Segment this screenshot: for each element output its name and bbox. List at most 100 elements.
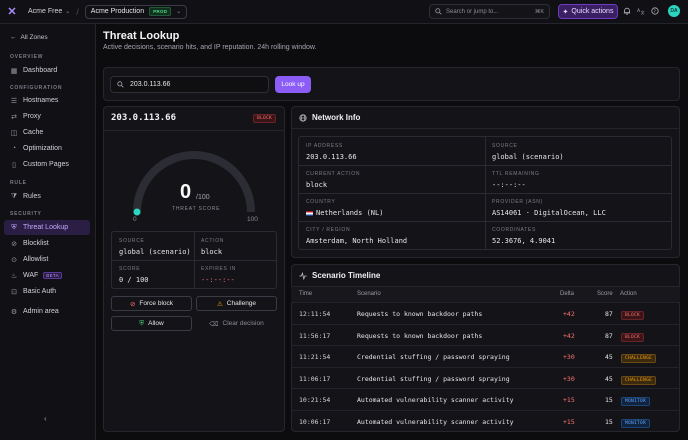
logo-icon[interactable]: ✕ — [0, 0, 24, 24]
sidebar-item-threat-lookup[interactable]: ⛨ Threat Lookup — [4, 220, 90, 235]
grid-icon: ▦ — [10, 67, 18, 75]
file-icon: ▯ — [12, 161, 16, 169]
row-score: 45 — [605, 374, 613, 383]
check-circle-icon: ⊙ — [11, 256, 17, 264]
global-search[interactable]: Search or jump to... ⌘K — [429, 4, 550, 19]
action-field: ACTION block — [201, 238, 225, 256]
sidebar-item-custom-pages[interactable]: ▯ Custom Pages — [4, 157, 90, 172]
table-row[interactable]: 10:21:54 Automated vulnerability scanner … — [291, 388, 680, 409]
sidebar-item-optimization[interactable]: ◔ Optimization — [4, 141, 90, 156]
column-header-score: Score — [597, 291, 613, 297]
sidebar-item-admin-area[interactable]: ⚙ Admin area — [4, 304, 90, 319]
quick-actions-button[interactable]: ✦ Quick actions — [558, 4, 618, 19]
ban-icon: ⊘ — [11, 240, 17, 248]
table-row[interactable]: 11:21:54 Credential stuffing / password s… — [291, 345, 680, 366]
table-row[interactable]: 10:06:17 Automated vulnerability scanner … — [291, 409, 680, 431]
row-delta: +30 — [563, 353, 575, 361]
globe-icon — [299, 113, 307, 122]
ip-address-field: IP ADDRESS 203.0.113.66 — [306, 143, 357, 161]
row-time: 12:11:54 — [299, 310, 331, 318]
section-security: SECURITY — [10, 211, 42, 217]
page-subtitle: Active decisions, scenario hits, and IP … — [103, 44, 317, 51]
sidebar-item-label: Basic Auth — [23, 288, 57, 295]
source-field: SOURCE global (scenario) — [119, 238, 191, 256]
org-name: Acme Free — [28, 8, 63, 15]
clear-decision-button[interactable]: ⌫ Clear decision — [196, 316, 277, 331]
force-block-button[interactable]: ⊘ Force block — [111, 296, 192, 311]
settings-icon: ⚙ — [10, 308, 18, 316]
row-score: 15 — [605, 417, 613, 426]
row-delta: +15 — [563, 417, 575, 426]
sidebar-item-basic-auth[interactable]: ⊡ Basic Auth — [4, 284, 90, 299]
section-configuration: CONFIGURATION — [10, 85, 63, 91]
row-delta: +30 — [563, 374, 575, 383]
help-icon[interactable]: ? — [650, 6, 660, 16]
city-field: CITY / REGION Amsterdam, North Holland — [306, 227, 408, 245]
avatar[interactable]: DA — [668, 5, 680, 17]
gauge-marker — [133, 208, 141, 216]
row-delta: +42 — [563, 331, 575, 340]
provider-field: PROVIDER (ASN) AS14061 · DigitalOcean, L… — [492, 199, 606, 217]
section-rule: RULE — [10, 180, 27, 186]
sidebar-item-proxy[interactable]: ⇄ Proxy — [4, 109, 90, 124]
search-shortcut: ⌘K — [534, 8, 544, 15]
row-scenario: Credential stuffing / password spraying — [357, 353, 510, 361]
sidebar-item-cache[interactable]: ◫ Cache — [4, 125, 90, 140]
gauge-icon: ◔ — [11, 145, 17, 152]
allow-label: Allow — [148, 320, 164, 327]
collapse-sidebar-icon[interactable]: ‹ — [44, 414, 47, 423]
table-row[interactable]: 12:11:54 Requests to known backdoor paths… — [291, 302, 680, 323]
table-row[interactable]: 11:06:17 Credential stuffing / password s… — [291, 366, 680, 388]
sidebar-item-label: Proxy — [23, 113, 41, 120]
sidebar-item-label: Cache — [23, 129, 44, 136]
sidebar-item-label: WAF — [23, 272, 39, 279]
zone-switcher[interactable]: Acme Production PROD ⌄ — [84, 4, 188, 19]
row-time: 10:06:17 — [299, 417, 331, 426]
ip-lookup-input[interactable]: 203.0.113.66 — [110, 76, 269, 93]
zone-name: Acme Production — [90, 8, 145, 15]
lookup-button[interactable]: Look up — [275, 76, 311, 93]
challenge-button[interactable]: ⚠ Challenge — [196, 296, 277, 311]
all-zones-link[interactable]: ← All Zones — [10, 34, 48, 41]
sidebar-item-label: Allowlist — [23, 256, 49, 263]
current-action-field: CURRENT ACTION block — [306, 171, 361, 189]
ip-heading: 203.0.113.66 — [111, 113, 177, 123]
divider — [291, 128, 680, 129]
translate-icon[interactable]: A文 — [636, 6, 646, 16]
org-switcher[interactable]: Acme Free ⌄ — [28, 8, 70, 15]
allow-button[interactable]: ⛨ Allow — [111, 316, 192, 331]
warning-icon: ⚠ — [216, 300, 223, 308]
lock-icon: ⊡ — [11, 288, 17, 296]
row-score: 87 — [605, 331, 613, 340]
row-action-badge: MONITOR — [621, 418, 651, 428]
network-info-title: Network Info — [299, 113, 360, 122]
row-time: 11:06:17 — [299, 374, 331, 383]
sidebar-item-waf[interactable]: ♨ WAF BETA — [4, 268, 90, 283]
sidebar-item-label: Optimization — [23, 145, 62, 152]
sidebar-item-dashboard[interactable]: ▦ Dashboard — [4, 63, 90, 78]
row-scenario: Requests to known backdoor paths — [357, 331, 483, 340]
sidebar-item-rules[interactable]: ⧩ Rules — [4, 189, 90, 204]
sidebar-item-blocklist[interactable]: ⊘ Blocklist — [4, 236, 90, 251]
row-score: 15 — [605, 396, 613, 404]
column-header-action: Action — [620, 291, 637, 297]
score-field: SCORE 0 / 100 — [119, 266, 149, 284]
sidebar-item-hostnames[interactable]: ☰ Hostnames — [4, 93, 90, 108]
row-score: 87 — [605, 310, 613, 318]
sidebar-item-label: Dashboard — [23, 67, 58, 74]
sidebar-item-allowlist[interactable]: ⊙ Allowlist — [4, 252, 90, 267]
threat-score-label: THREAT SCORE — [172, 206, 221, 212]
ttl-field: TTL REMAINING --:--:-- — [492, 171, 540, 189]
row-action-badge: MONITOR — [621, 397, 651, 406]
sidebar-item-label: Hostnames — [23, 97, 59, 104]
eraser-icon: ⌫ — [209, 320, 219, 328]
column-header-scenario: Scenario — [357, 291, 381, 297]
sidebar-item-label: Custom Pages — [23, 161, 69, 168]
bell-icon[interactable] — [622, 6, 632, 16]
table-row[interactable]: 11:56:17 Requests to known backdoor paths… — [291, 323, 680, 345]
row-scenario: Credential stuffing / password spraying — [357, 374, 510, 383]
row-action-badge: BLOCK — [621, 332, 645, 342]
country-field: COUNTRY Netherlands (NL) — [306, 199, 384, 217]
challenge-label: Challenge — [226, 300, 257, 307]
row-scenario: Automated vulnerability scanner activity — [357, 417, 514, 426]
